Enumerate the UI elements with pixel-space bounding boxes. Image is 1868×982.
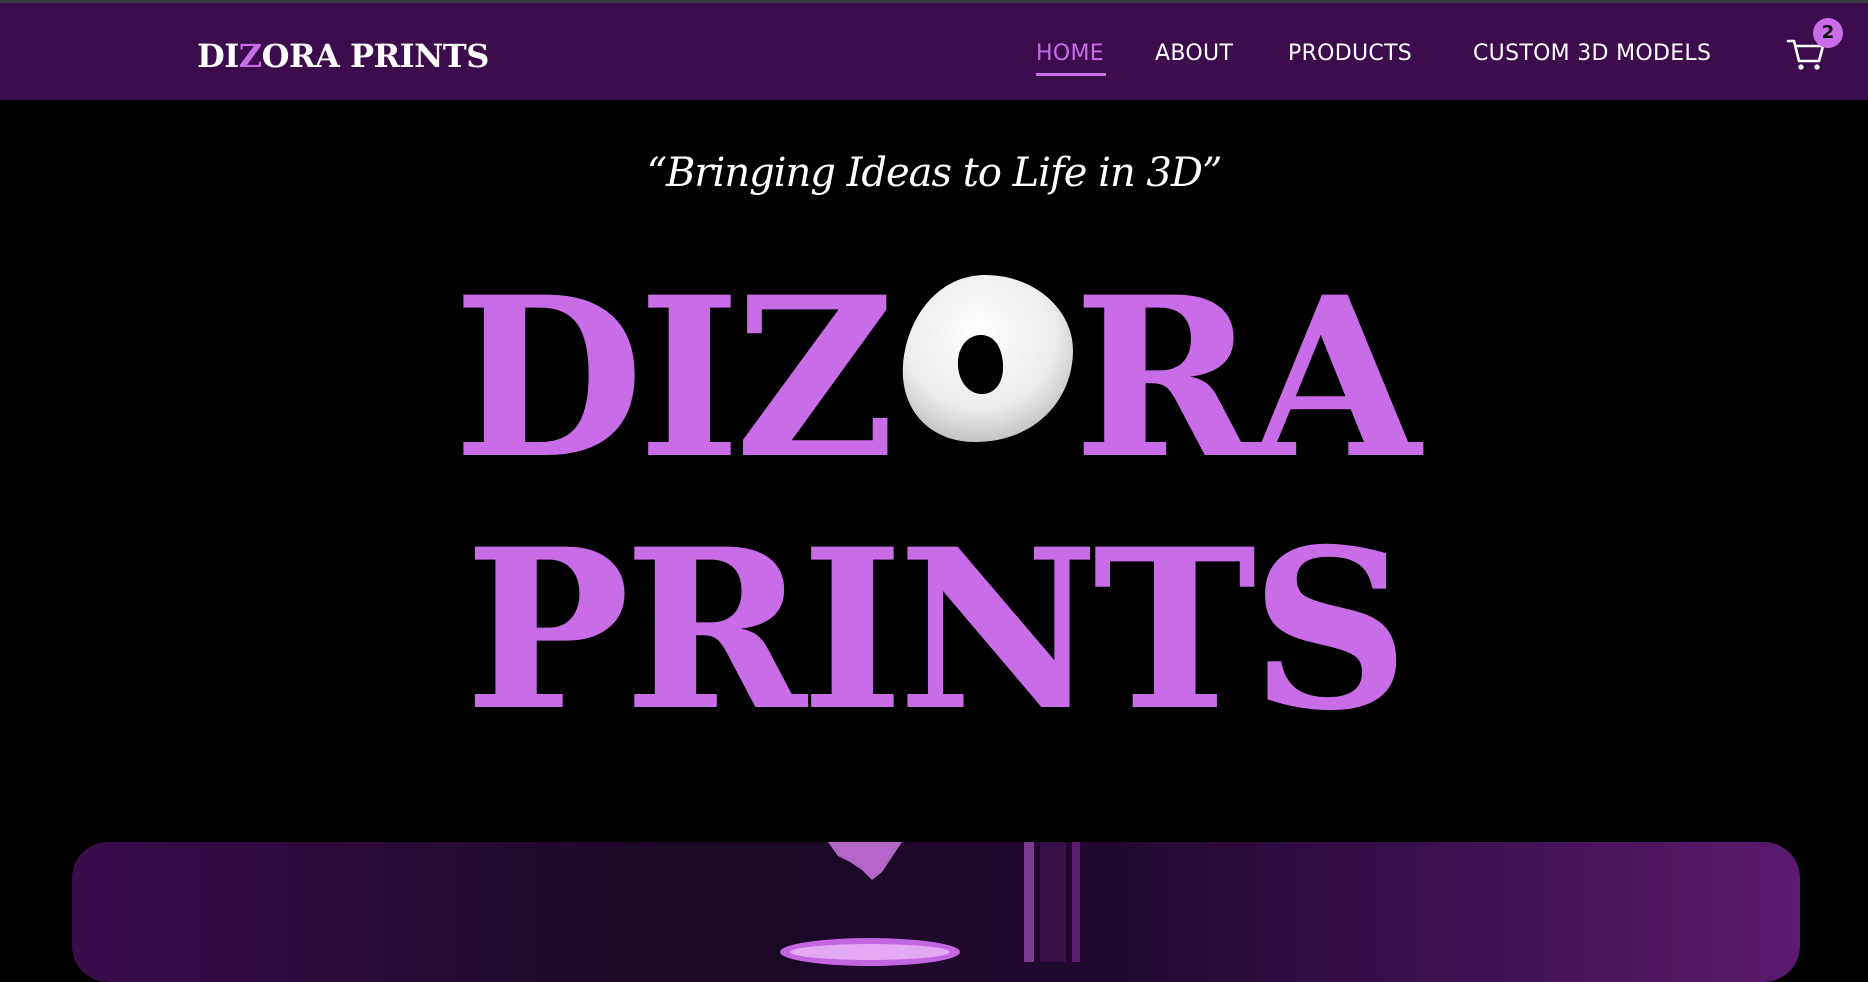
hero-tagline: “Bringing Ideas to Life in 3D”: [646, 150, 1223, 196]
brand-logo[interactable]: DIZORA PRINTS: [197, 37, 489, 75]
nav-active-underline: [1036, 73, 1106, 76]
3d-printer-graphic: [780, 842, 1080, 966]
nav-link-about[interactable]: ABOUT: [1155, 41, 1233, 71]
hero-title-line2: PRINTS: [464, 500, 1410, 759]
hero-title-right: RA: [1073, 248, 1421, 507]
nav-link-home[interactable]: HOME: [1036, 41, 1104, 71]
3d-o-donut-graphic: [902, 275, 1073, 442]
hero-banner-image: [72, 842, 1800, 982]
hero-title-left: DIZ: [453, 248, 895, 507]
cart-count-badge: 2: [1813, 18, 1843, 48]
top-navbar: DIZORA PRINTS HOME ABOUT PRODUCTS CUSTOM…: [0, 3, 1868, 100]
nav-link-custom-3d-models[interactable]: CUSTOM 3D MODELS: [1473, 41, 1711, 71]
logo-text-part1: DI: [197, 37, 239, 75]
nav-link-products[interactable]: PRODUCTS: [1288, 41, 1412, 71]
logo-text-accent: Z: [238, 37, 262, 75]
logo-text-part2: ORA PRINTS: [261, 37, 490, 75]
